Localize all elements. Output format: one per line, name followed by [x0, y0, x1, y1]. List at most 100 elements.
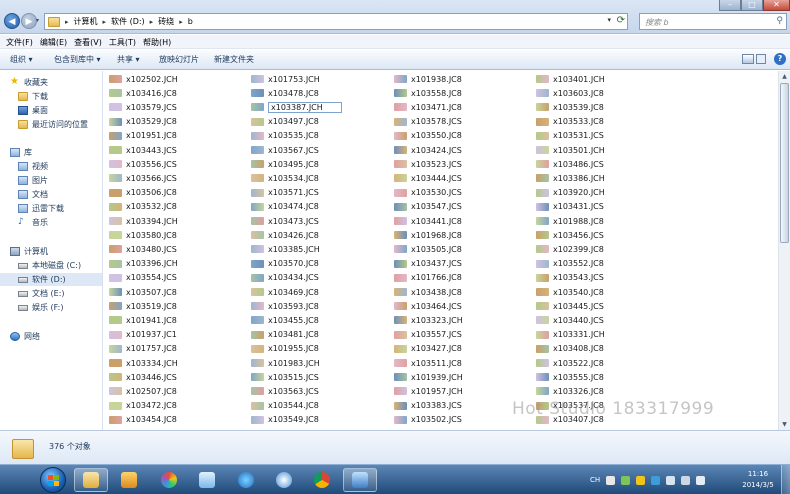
- file-item[interactable]: x101957.JCH: [394, 385, 463, 397]
- file-item[interactable]: x103416.JC8: [109, 87, 177, 99]
- file-item[interactable]: x101941.JC8: [109, 314, 177, 326]
- taskbar-ie[interactable]: [229, 468, 263, 492]
- file-item[interactable]: x101766.JC8: [394, 272, 462, 284]
- sidebar-item-drive-f[interactable]: 娱乐 (F:): [18, 301, 63, 314]
- file-item[interactable]: x103534.JC8: [251, 172, 319, 184]
- file-item[interactable]: x103539.JC8: [536, 101, 604, 113]
- start-button[interactable]: [40, 467, 66, 493]
- file-item[interactable]: x101937.JC1: [109, 329, 177, 341]
- menu-item[interactable]: 工具(T): [107, 35, 141, 48]
- file-item[interactable]: x103552.JC8: [536, 258, 604, 270]
- sidebar-item-videos[interactable]: 视频: [18, 160, 48, 173]
- file-item-selected[interactable]: x103387.JCH: [251, 101, 342, 113]
- file-item[interactable]: x103464.JCS: [394, 300, 462, 312]
- breadcrumb-current[interactable]: b: [188, 17, 193, 26]
- file-item[interactable]: x103323.JCH: [394, 314, 463, 326]
- taskbar-app[interactable]: [343, 468, 377, 492]
- slideshow-button[interactable]: 放映幻灯片: [159, 54, 199, 65]
- sidebar-item-drive-e[interactable]: 文档 (E:): [18, 287, 65, 300]
- file-item[interactable]: x102399.JC8: [536, 243, 604, 255]
- menu-item[interactable]: 编辑(E): [38, 35, 72, 48]
- file-item[interactable]: x101951.JC8: [109, 130, 177, 142]
- include-in-library-button[interactable]: 包含到库中 ▾: [54, 54, 101, 65]
- file-item[interactable]: x103441.JC8: [394, 215, 462, 227]
- vertical-scrollbar[interactable]: ▲ ▼: [778, 71, 790, 430]
- file-item[interactable]: x103401.JCH: [536, 73, 605, 85]
- sidebar-item-documents[interactable]: 文档: [18, 188, 48, 201]
- close-button[interactable]: ✕: [763, 0, 790, 11]
- sidebar-item-thunder-downloads[interactable]: 迅雷下载: [18, 202, 64, 215]
- file-item[interactable]: x103383.JCS: [394, 400, 462, 412]
- file-item[interactable]: x103554.JCS: [109, 272, 177, 284]
- recent-pages-dropdown-icon[interactable]: ▾: [36, 17, 39, 24]
- sidebar-item-recent-places[interactable]: 最近访问的位置: [18, 118, 88, 131]
- file-item[interactable]: x103486.JCS: [536, 158, 604, 170]
- taskbar-explorer[interactable]: [74, 468, 108, 492]
- file-item[interactable]: x103543.JCS: [536, 272, 604, 284]
- file-item[interactable]: x103386.JCH: [536, 172, 605, 184]
- file-item[interactable]: x103531.JCS: [536, 130, 604, 142]
- file-item[interactable]: x103444.JCS: [394, 172, 462, 184]
- file-item[interactable]: x103556.JCS: [109, 158, 177, 170]
- input-method-indicator[interactable]: CH: [590, 476, 600, 484]
- file-item[interactable]: x103497.JC8: [251, 116, 319, 128]
- file-item[interactable]: x103920.JCH: [536, 187, 605, 199]
- file-item[interactable]: x103478.JC8: [251, 87, 319, 99]
- file-item[interactable]: x103549.JC8: [251, 414, 319, 426]
- scrollbar-thumb[interactable]: [780, 83, 789, 243]
- help-icon[interactable]: ?: [774, 53, 786, 65]
- sidebar-item-drive-c[interactable]: 本地磁盘 (C:): [18, 259, 81, 272]
- file-item[interactable]: x101968.JC8: [394, 229, 462, 241]
- file-item[interactable]: x103557.JCS: [394, 329, 462, 341]
- breadcrumb-folder[interactable]: 砖绕: [158, 16, 174, 27]
- file-item[interactable]: x102507.JC8: [109, 385, 177, 397]
- sidebar-item-downloads[interactable]: 下载: [18, 90, 48, 103]
- keyboard-icon[interactable]: [606, 475, 616, 485]
- file-item[interactable]: x103434.JCS: [251, 272, 319, 284]
- file-item[interactable]: x103437.JCS: [394, 258, 462, 270]
- flag-icon[interactable]: [666, 475, 676, 485]
- file-item[interactable]: x101939.JCH: [394, 371, 463, 383]
- show-desktop-button[interactable]: [781, 465, 790, 494]
- file-item[interactable]: x103533.JC8: [536, 116, 604, 128]
- file-item[interactable]: x103326.JC8: [536, 385, 604, 397]
- file-item[interactable]: x103454.JC8: [109, 414, 177, 426]
- file-item[interactable]: x103455.JC8: [251, 314, 319, 326]
- file-item[interactable]: x103331.JCH: [536, 329, 605, 341]
- file-item[interactable]: x101938.JC8: [394, 73, 462, 85]
- minimize-button[interactable]: –: [719, 0, 741, 11]
- file-item[interactable]: x103507.JC8: [109, 286, 177, 298]
- file-item[interactable]: x101988.JC8: [536, 215, 604, 227]
- file-item[interactable]: x103443.JCS: [109, 144, 177, 156]
- file-item[interactable]: x103532.JC8: [109, 201, 177, 213]
- file-item[interactable]: x103472.JC8: [109, 400, 177, 412]
- file-item[interactable]: x103481.JC8: [251, 329, 319, 341]
- maximize-button[interactable]: □: [741, 0, 763, 11]
- breadcrumb-computer[interactable]: 计算机: [74, 16, 98, 27]
- file-item[interactable]: x103431.JCS: [536, 201, 604, 213]
- file-item[interactable]: x103540.JC8: [536, 286, 604, 298]
- sidebar-item-network[interactable]: 网络: [10, 330, 40, 343]
- scroll-up-icon[interactable]: ▲: [779, 71, 790, 82]
- taskbar-player[interactable]: [267, 468, 301, 492]
- file-item[interactable]: x103427.JC8: [394, 343, 462, 355]
- file-item[interactable]: x101753.JCH: [251, 73, 320, 85]
- menu-item[interactable]: 查看(V): [72, 35, 107, 48]
- file-item[interactable]: x103547.JCS: [394, 201, 462, 213]
- file-item[interactable]: x103529.JC8: [109, 116, 177, 128]
- sidebar-item-favorites[interactable]: ★ 收藏夹: [10, 76, 48, 89]
- file-item[interactable]: x103579.JCS: [109, 101, 177, 113]
- file-item[interactable]: x103473.JCS: [251, 215, 319, 227]
- sidebar-item-computer[interactable]: 计算机: [10, 245, 48, 258]
- file-item[interactable]: x103471.JC8: [394, 101, 462, 113]
- file-item[interactable]: x103519.JC8: [109, 300, 177, 312]
- file-item[interactable]: x103558.JC8: [394, 87, 462, 99]
- file-item[interactable]: x103438.JC8: [394, 286, 462, 298]
- organize-button[interactable]: 组织 ▾: [10, 54, 33, 65]
- refresh-icon[interactable]: ⟳: [617, 15, 625, 26]
- file-item[interactable]: x103571.JCS: [251, 187, 319, 199]
- file-item[interactable]: x103456.JCS: [536, 229, 604, 241]
- file-item[interactable]: x103480.JCS: [109, 243, 177, 255]
- file-item[interactable]: x103567.JCS: [251, 144, 319, 156]
- forward-button[interactable]: ▶: [21, 13, 37, 29]
